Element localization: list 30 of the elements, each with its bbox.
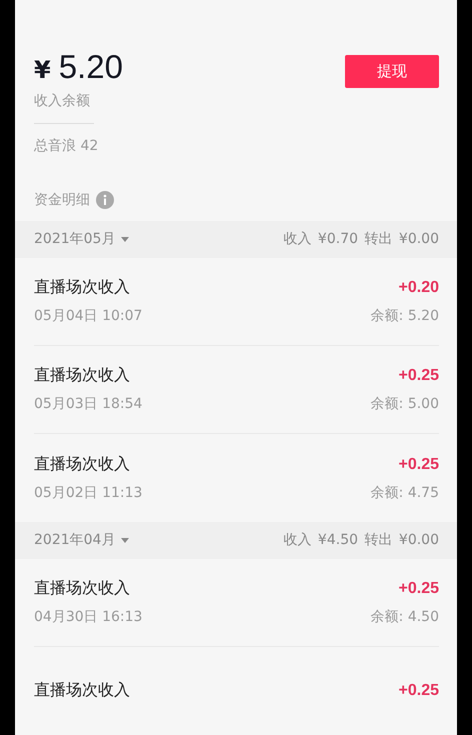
caret-icon	[121, 236, 130, 242]
month-selector[interactable]: 2021年04月	[34, 531, 130, 550]
details-title: 资金明细	[34, 190, 90, 209]
entry-title: 直播场次收入	[34, 365, 130, 386]
withdraw-button[interactable]: 提现	[345, 55, 439, 88]
entry-time: 05月02日 11:13	[34, 484, 142, 502]
entry-time: 05月03日 18:54	[34, 395, 142, 414]
entry-amount: +0.25	[398, 366, 439, 385]
entry-amount: +0.25	[398, 456, 439, 474]
balance-amount: ¥ 5.20	[34, 48, 123, 86]
month-summary: 收入 ¥4.50 转出 ¥0.00	[283, 531, 439, 550]
entry-amount: +0.25	[398, 580, 439, 598]
entry-balance: 余额: 5.20	[370, 307, 439, 326]
entry-balance: 余额: 4.50	[370, 608, 439, 626]
entry-title: 直播场次收入	[34, 277, 130, 298]
entry-time: 05月04日 10:07	[34, 307, 142, 326]
info-icon[interactable]	[96, 190, 114, 209]
entry-title: 直播场次收入	[34, 454, 130, 475]
entry-title: 直播场次收入	[34, 680, 130, 702]
entry-title: 直播场次收入	[34, 578, 130, 600]
total-sound-waves: 总音浪 42	[34, 136, 98, 155]
entry-balance: 余额: 4.75	[370, 484, 439, 502]
month-selector[interactable]: 2021年05月	[34, 230, 130, 248]
caret-icon	[121, 538, 130, 543]
entry-amount: +0.20	[398, 278, 439, 297]
entry-amount: +0.25	[398, 682, 439, 700]
balance-label: 收入余额	[34, 92, 91, 110]
entry-time: 04月30日 16:13	[34, 608, 142, 626]
month-summary: 收入 ¥0.70 转出 ¥0.00	[283, 230, 439, 248]
entry-balance: 余额: 5.00	[370, 395, 439, 414]
